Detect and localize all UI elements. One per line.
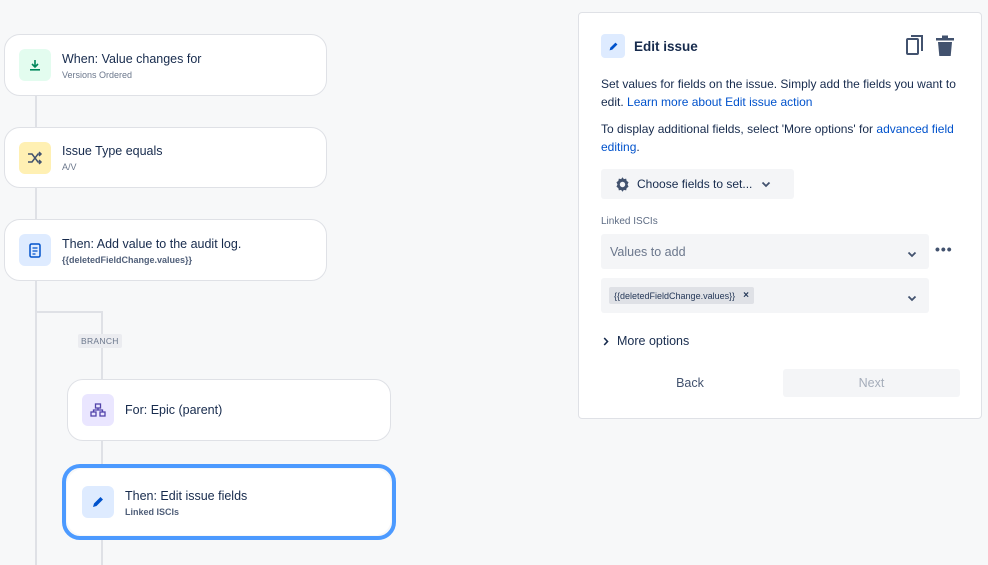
document-icon <box>19 234 51 266</box>
value-tag: {{deletedFieldChange.values}} × <box>609 287 754 304</box>
back-button[interactable]: Back <box>649 369 731 397</box>
audit-action-node[interactable]: Then: Add value to the audit log. {{dele… <box>4 219 327 281</box>
connector-line <box>35 96 37 127</box>
chevron-down-icon <box>907 245 917 263</box>
condition-node[interactable]: Issue Type equals A/V <box>4 127 327 188</box>
more-options-toggle[interactable]: More options <box>603 334 689 348</box>
trigger-title: When: Value changes for <box>62 51 202 66</box>
chevron-down-icon <box>761 181 771 188</box>
more-options-label: More options <box>617 334 690 348</box>
pencil-icon <box>82 486 114 518</box>
choose-fields-button[interactable]: Choose fields to set... <box>601 169 794 199</box>
copy-icon[interactable] <box>906 35 925 62</box>
panel-title: Edit issue <box>634 38 698 54</box>
field-label: Linked ISCIs <box>601 216 658 227</box>
chevron-right-icon <box>603 336 609 346</box>
description-text-2: To display additional fields, select 'Mo… <box>601 122 877 136</box>
connector-line <box>35 280 37 565</box>
value-input[interactable]: {{deletedFieldChange.values}} × <box>601 278 929 313</box>
tag-text: {{deletedFieldChange.values}} <box>614 290 736 301</box>
connector-line <box>35 188 37 219</box>
trigger-icon <box>19 49 51 81</box>
edit-issue-panel: Edit issue Set values for fields on the … <box>578 12 982 419</box>
next-button[interactable]: Next <box>783 369 960 397</box>
edit-fields-subtitle: Linked ISCIs <box>125 506 180 517</box>
shuffle-icon <box>19 141 51 174</box>
audit-subtitle: {{deletedFieldChange.values}} <box>62 254 193 265</box>
branch-label: BRANCH <box>78 334 122 348</box>
condition-title: Issue Type equals <box>62 144 163 158</box>
select-placeholder: Values to add <box>610 244 686 259</box>
hierarchy-icon <box>82 394 114 426</box>
edit-fields-node[interactable]: Then: Edit issue fields Linked ISCIs <box>67 469 391 535</box>
choose-fields-label: Choose fields to set... <box>637 177 753 191</box>
trigger-subtitle: Versions Ordered <box>62 69 133 80</box>
trash-icon[interactable] <box>935 35 955 62</box>
audit-title: Then: Add value to the audit log. <box>62 236 242 251</box>
for-title: For: Epic (parent) <box>125 403 223 417</box>
learn-more-link[interactable]: Learn more about Edit issue action <box>627 95 812 109</box>
connector-line <box>101 440 103 466</box>
values-select[interactable]: Values to add <box>601 234 929 269</box>
trigger-node[interactable]: When: Value changes for Versions Ordered <box>4 34 327 96</box>
panel-description: Set values for fields on the issue. Simp… <box>601 75 971 111</box>
more-actions-icon[interactable]: ••• <box>935 241 953 257</box>
description-end: . <box>636 140 640 154</box>
condition-subtitle: A/V <box>62 162 77 172</box>
connector-line <box>101 540 103 565</box>
connector-line <box>35 311 103 313</box>
panel-description-2: To display additional fields, select 'Mo… <box>601 120 971 156</box>
branch-for-node[interactable]: For: Epic (parent) <box>67 379 391 441</box>
chevron-down-icon <box>907 289 917 307</box>
pencil-icon <box>601 34 625 58</box>
gear-icon <box>614 176 631 193</box>
edit-fields-title: Then: Edit issue fields <box>125 488 248 503</box>
remove-tag-icon[interactable]: × <box>743 290 749 301</box>
